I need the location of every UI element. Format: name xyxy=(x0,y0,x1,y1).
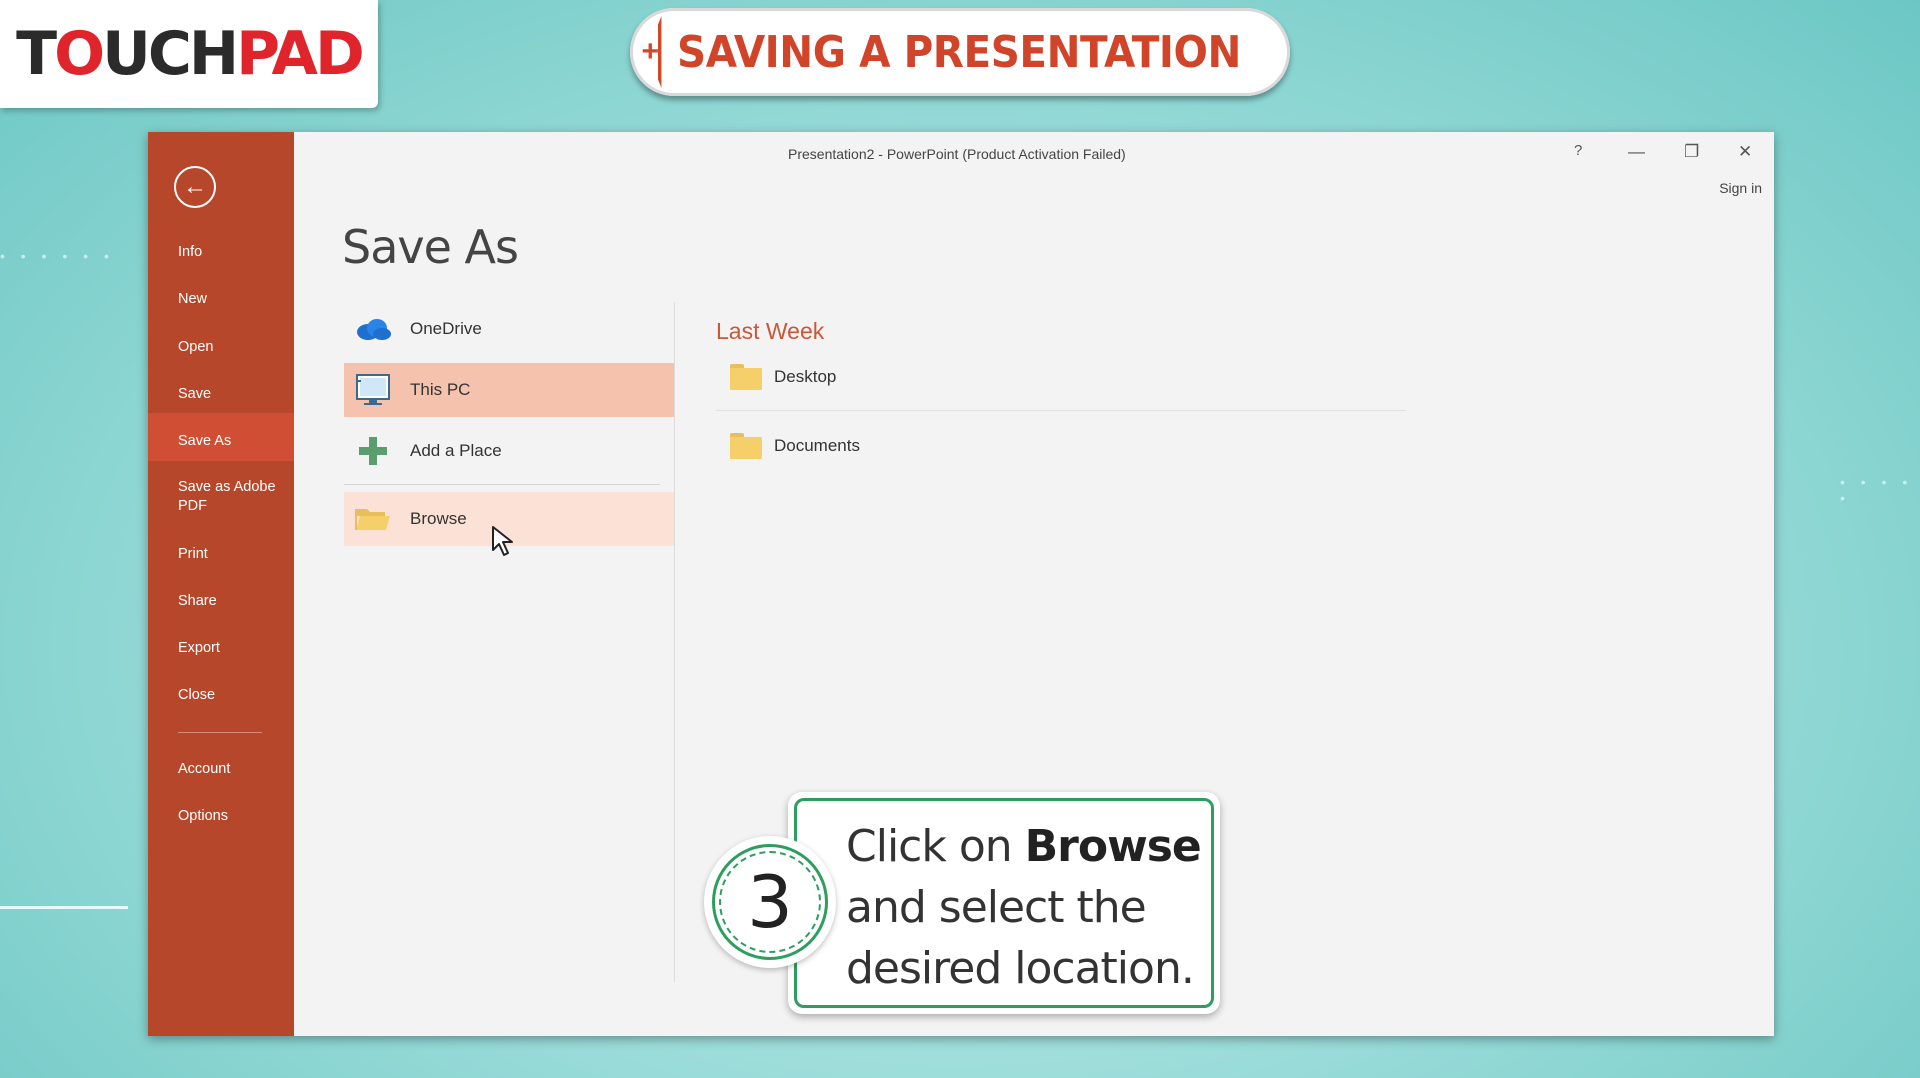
folder-icon xyxy=(730,433,762,459)
sidebar-item-save-as[interactable]: Save As xyxy=(148,413,294,461)
recent-folder-documents[interactable]: Documents xyxy=(730,431,860,461)
step-number-badge: 3 xyxy=(704,836,836,968)
sidebar-item-new[interactable]: New xyxy=(148,290,294,309)
title-banner: i + SAVING A PRESENTATION xyxy=(630,8,1290,96)
instruction-callout: Click on Browse and select the desired l… xyxy=(788,792,1220,1014)
logo-text-t: T xyxy=(16,19,57,89)
back-arrow-icon[interactable]: ← xyxy=(174,166,216,208)
decorative-dots: • • • • • xyxy=(1840,474,1914,506)
callout-text: Click on Browse and select the desired l… xyxy=(846,816,1206,999)
location-label: Browse xyxy=(410,509,467,528)
location-add-a-place[interactable]: Add a Place xyxy=(344,424,674,478)
computer-icon xyxy=(354,374,392,405)
step-number: 3 xyxy=(747,860,793,944)
location-label: This PC xyxy=(410,380,471,399)
sidebar-item-open[interactable]: Open xyxy=(148,338,294,357)
sidebar-item-account[interactable]: Account xyxy=(148,760,294,779)
sidebar-item-save-as-adobe-pdf[interactable]: Save as Adobe PDF xyxy=(148,478,288,516)
location-label: OneDrive xyxy=(410,319,482,338)
banner-title: SAVING A PRESENTATION xyxy=(677,26,1241,78)
location-onedrive[interactable]: OneDrive xyxy=(344,302,674,356)
recent-folder-label: Documents xyxy=(774,436,860,455)
decorative-dots: • • • • • • xyxy=(0,248,115,264)
close-icon[interactable]: ✕ xyxy=(1738,142,1752,162)
callout-text-after: and select the desired location. xyxy=(846,882,1195,994)
cloud-icon xyxy=(354,314,392,344)
location-label: Add a Place xyxy=(410,441,502,460)
column-divider xyxy=(674,302,675,982)
sign-in-link[interactable]: Sign in xyxy=(1719,180,1762,196)
recent-heading: Last Week xyxy=(716,318,825,344)
plus-icon xyxy=(354,436,392,466)
folder-icon xyxy=(730,364,762,390)
logo-text-uch: UCH xyxy=(102,19,239,89)
mouse-cursor-icon xyxy=(490,524,518,563)
callout-text-before: Click on xyxy=(846,821,1025,872)
sidebar-item-save[interactable]: Save xyxy=(148,385,294,404)
restore-icon[interactable]: ❐ xyxy=(1684,142,1699,162)
sidebar-item-info[interactable]: Info xyxy=(148,243,294,262)
sidebar-item-close[interactable]: Close xyxy=(148,686,294,705)
callout-text-bold: Browse xyxy=(1024,821,1202,872)
minimize-icon[interactable]: — xyxy=(1628,142,1645,162)
plus-glyph: + xyxy=(641,35,660,68)
sidebar-item-print[interactable]: Print xyxy=(148,545,294,564)
recent-folder-desktop[interactable]: Desktop xyxy=(730,362,836,392)
decorative-line xyxy=(0,906,128,909)
sidebar-divider xyxy=(178,732,262,733)
recent-divider xyxy=(716,410,1406,411)
logo-text-o: O xyxy=(54,19,105,89)
sidebar-item-share[interactable]: Share xyxy=(148,592,294,611)
backstage-sidebar: ← Info New Open Save Save As Save as Ado… xyxy=(148,132,294,1036)
location-this-pc[interactable]: This PC xyxy=(344,363,674,417)
page-title: Save As xyxy=(342,220,519,274)
folder-open-icon xyxy=(354,504,392,534)
powerpoint-info-icon: i xyxy=(658,16,662,88)
window-title: Presentation2 - PowerPoint (Product Acti… xyxy=(788,146,1126,162)
touchpad-logo: TOUCHPAD xyxy=(0,0,378,108)
logo-text-pad: PAD xyxy=(236,19,365,89)
help-icon[interactable]: ? xyxy=(1574,142,1582,159)
location-divider xyxy=(344,484,660,485)
sidebar-item-options[interactable]: Options xyxy=(148,807,294,826)
sidebar-item-export[interactable]: Export xyxy=(148,639,294,658)
recent-folder-label: Desktop xyxy=(774,367,837,386)
